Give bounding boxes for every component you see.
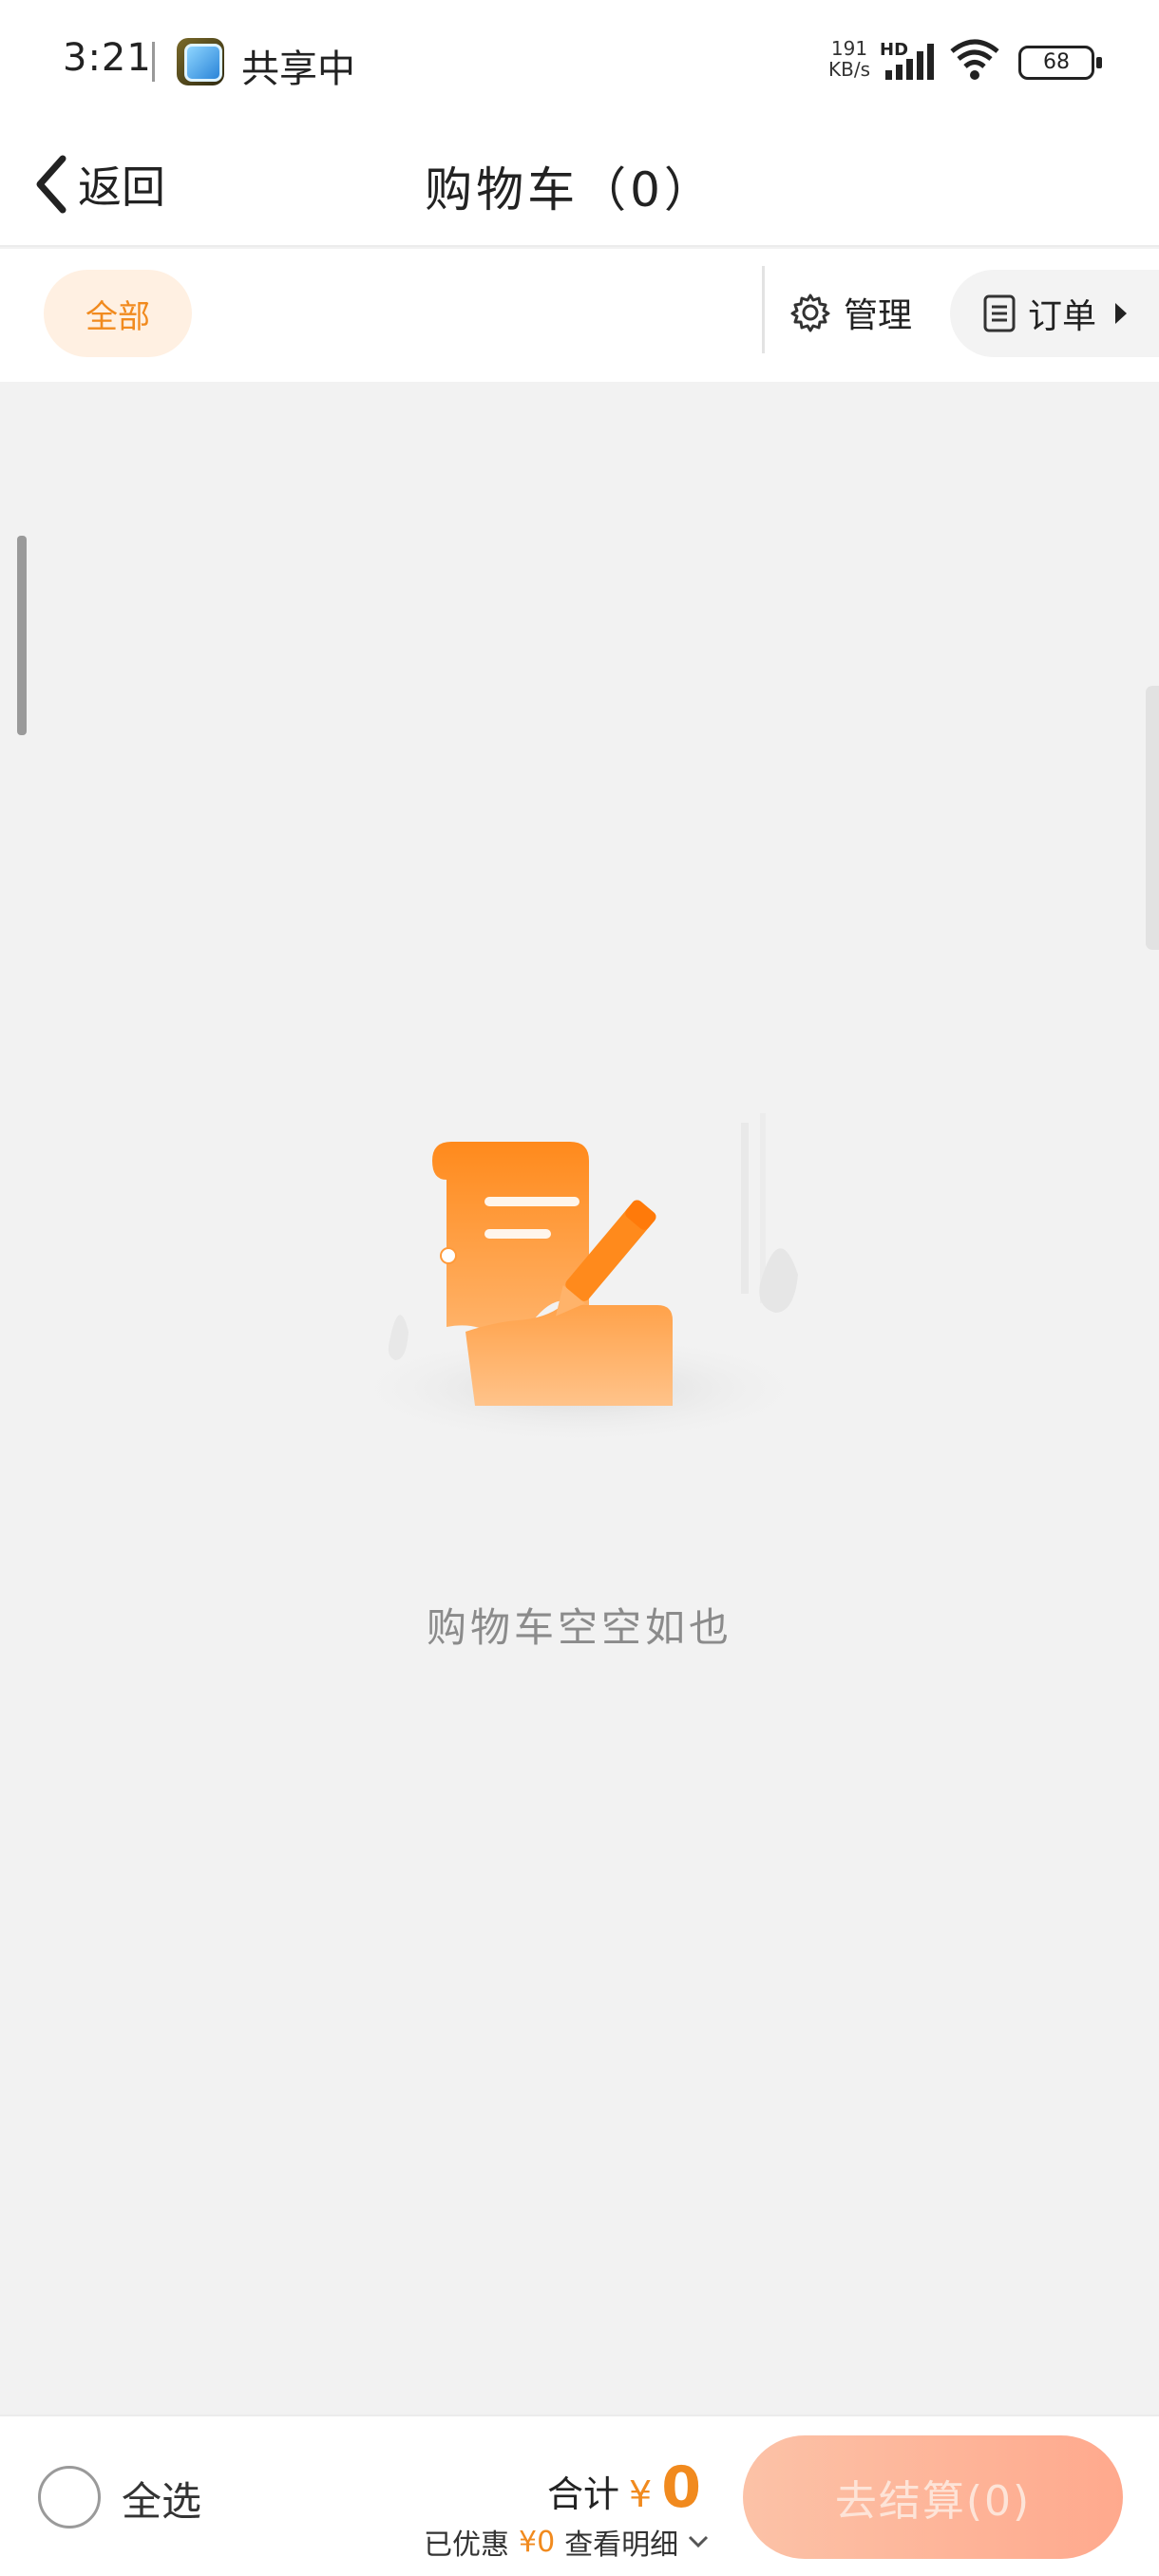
edge-handle[interactable] xyxy=(1146,686,1159,950)
network-speed-unit: KB/s xyxy=(828,58,870,81)
status-time: 3:21 xyxy=(63,36,152,80)
network-speed-value: 191 xyxy=(830,37,868,60)
gear-icon xyxy=(790,294,830,332)
page-title: 购物车（0） xyxy=(425,162,715,218)
view-details-link[interactable]: 查看明细 xyxy=(564,2521,678,2563)
manage-button[interactable]: 管理 xyxy=(790,279,912,346)
screen-share-icon xyxy=(177,38,224,85)
scroll-indicator xyxy=(17,536,27,735)
signal-icon xyxy=(885,44,934,80)
filter-chip-all[interactable]: 全部 xyxy=(44,270,192,357)
empty-cart-message: 购物车空空如也 xyxy=(426,1604,732,1651)
status-separator xyxy=(152,42,155,82)
network-speed: 191 KB/s xyxy=(828,38,870,80)
empty-cart-illustration xyxy=(342,1113,817,1446)
select-all-checkbox[interactable] xyxy=(38,2466,101,2529)
nav-bar: 返回 购物车（0） xyxy=(0,123,1159,247)
filter-divider xyxy=(762,266,765,353)
discount-value: ¥0 xyxy=(519,2525,556,2559)
total-currency: ¥ xyxy=(629,2473,653,2515)
orders-label: 订单 xyxy=(1028,297,1097,336)
battery-icon: 68 xyxy=(1018,46,1102,80)
total-label: 合计 xyxy=(547,2473,620,2515)
document-icon xyxy=(983,294,1016,332)
status-bar: 3:21 共享中 191 KB/s HD 68 xyxy=(0,0,1159,123)
status-share-text: 共享中 xyxy=(241,47,355,91)
orders-button[interactable]: 订单 xyxy=(950,270,1159,357)
select-all-label[interactable]: 全选 xyxy=(122,2470,201,2528)
wifi-icon xyxy=(950,39,999,80)
manage-label: 管理 xyxy=(844,296,913,335)
discount-label: 已优惠 xyxy=(424,2529,509,2562)
battery-level: 68 xyxy=(1043,50,1070,74)
total-row: 合计 ¥ 0 xyxy=(547,2454,701,2521)
checkout-bar: 全选 合计 ¥ 0 已优惠 ¥0 查看明细 去结算(0) xyxy=(0,2415,1159,2576)
discount-row: 已优惠 ¥0 查看明细 xyxy=(424,2521,709,2563)
triangle-right-icon xyxy=(1115,303,1128,324)
checkout-button[interactable]: 去结算(0) xyxy=(743,2435,1123,2559)
cart-content: 购物车空空如也 xyxy=(0,382,1159,2415)
filter-bar: 全部 管理 订单 xyxy=(0,249,1159,382)
chevron-down-icon[interactable] xyxy=(688,2535,709,2548)
total-value: 0 xyxy=(661,2454,701,2521)
